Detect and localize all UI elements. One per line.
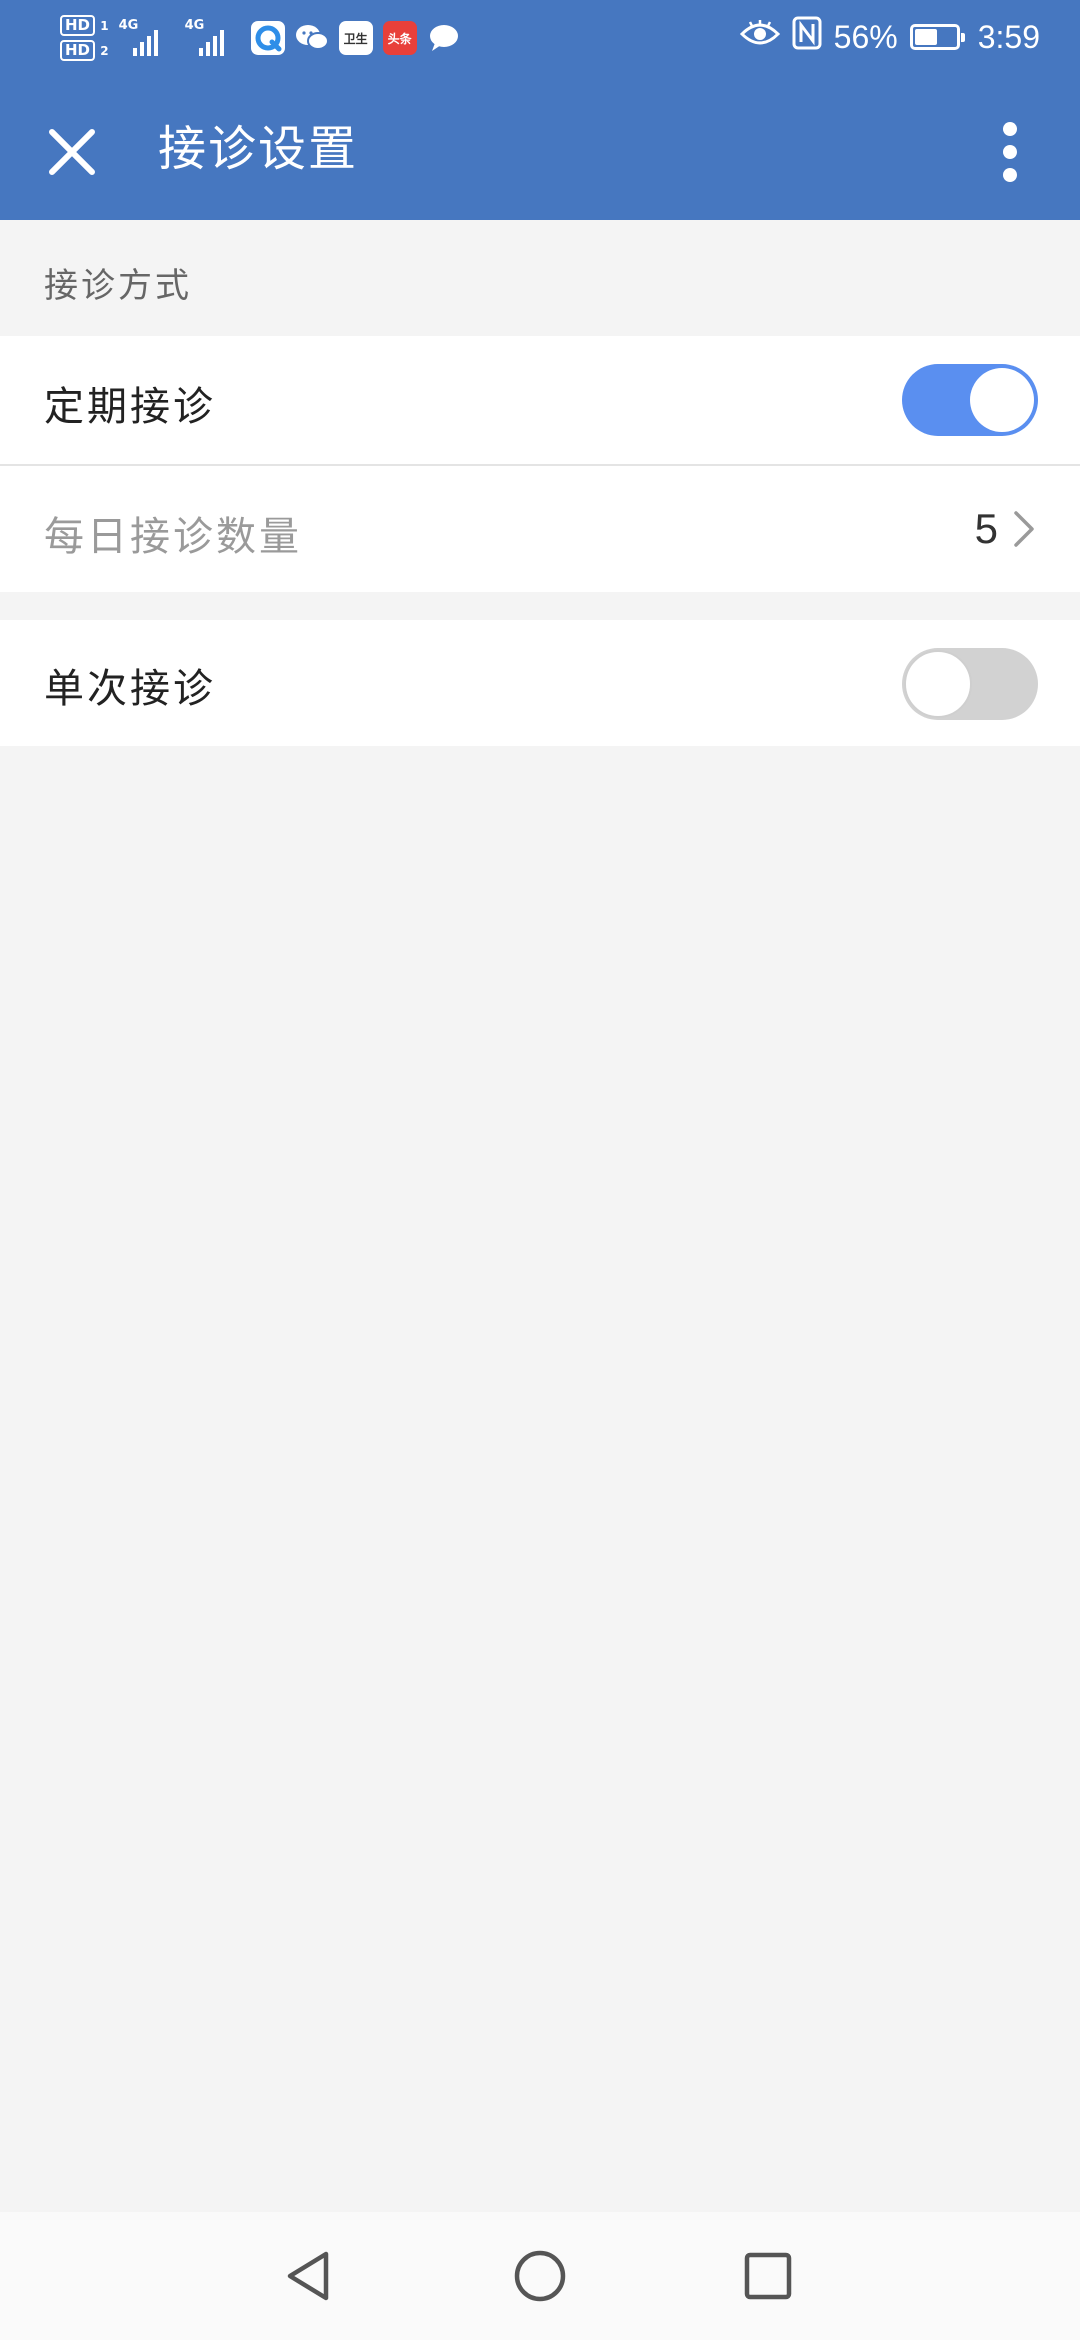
back-button[interactable] [272,2240,344,2312]
app-icon: 卫生 [338,21,373,55]
toutiao-text: 头条 [387,31,412,46]
hd-indicators: HD 1 HD 2 [60,15,109,61]
toggle-knob [904,650,972,718]
scheduled-consultation-row: 定期接诊 [0,336,1080,464]
daily-count-row[interactable]: 每日接诊数量 5 [0,466,1080,592]
navigation-bar [0,2212,1080,2340]
wechat-icon [295,21,329,55]
recents-button[interactable] [732,2240,804,2312]
signal-1-icon: 4G [119,16,175,60]
app-icon-text: 卫生 [343,31,368,46]
hd1-indicator: HD 1 [60,15,109,36]
eye-icon [739,19,780,56]
toutiao-icon: 头条 [382,21,417,55]
clock: 3:59 [977,18,1040,55]
single-consultation-label: 单次接诊 [44,666,216,712]
battery-fill [914,29,937,45]
battery-icon [909,24,965,50]
status-bar-left: HD 1 HD 2 4G 4G 卫生 头条 [60,8,461,68]
daily-count-label: 每日接诊数量 [44,514,302,560]
scheduled-consultation-toggle[interactable] [902,364,1038,436]
page-title: 接诊设置 [158,121,359,177]
hd1-badge: HD [60,15,96,36]
signal-2-icon: 4G [185,16,241,60]
section-header: 接诊方式 [0,220,1080,336]
close-button[interactable] [30,110,114,194]
daily-count-value: 5 [974,505,998,552]
message-icon [427,21,461,55]
close-icon [49,129,95,175]
daily-count-value-wrap: 5 [975,494,1036,564]
back-icon [287,2251,329,2301]
hd1-sim: 1 [100,19,109,33]
home-icon [514,2250,566,2302]
toggle-knob [970,368,1034,432]
hd2-indicator: HD 2 [60,40,109,61]
single-consultation-row: 单次接诊 [0,620,1080,746]
more-options-button[interactable] [980,110,1040,194]
hd2-badge: HD [60,40,96,61]
status-bar: HD 1 HD 2 4G 4G 卫生 头条 56% 3:59 [0,0,1080,74]
status-bar-right: 56% 3:59 [739,0,1040,74]
single-consultation-toggle[interactable] [902,648,1038,720]
section-header-label: 接诊方式 [44,266,192,306]
nfc-icon [792,16,822,58]
app-bar: 接诊设置 [0,74,1080,220]
hd2-sim: 2 [100,44,109,58]
battery-percent: 56% [833,18,898,55]
chevron-right-icon [1014,511,1034,547]
qq-browser-icon [250,21,285,55]
home-button[interactable] [504,2240,576,2312]
recents-icon [744,2252,792,2300]
more-vertical-icon [1003,122,1017,182]
scheduled-consultation-label: 定期接诊 [44,384,216,430]
